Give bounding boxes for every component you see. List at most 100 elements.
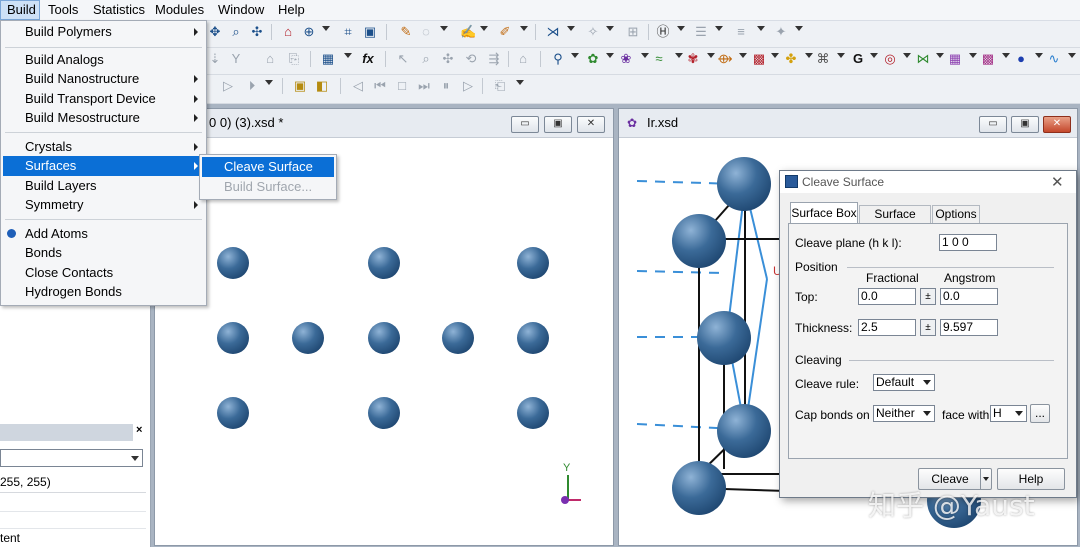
fit-icon[interactable]: ⌗ [340, 24, 356, 40]
menu-item-close-contacts[interactable]: Close Contacts [3, 263, 204, 283]
menu-statistics[interactable]: Statistics [87, 0, 151, 20]
ellipsis-button[interactable]: ... [1030, 404, 1050, 423]
constraint-icon[interactable]: ✧ [585, 24, 601, 40]
cell-icon[interactable]: ▦ [320, 51, 336, 67]
house-dim-icon[interactable]: ⌂ [515, 51, 531, 67]
list-icon[interactable]: ≡ [733, 24, 749, 40]
ring-icon[interactable]: ◌ [418, 24, 434, 40]
zoom-dim-icon[interactable]: ⌕ [418, 51, 434, 67]
grid-icon[interactable]: ⊞ [625, 24, 641, 40]
close-button[interactable]: ✕ [1043, 116, 1071, 133]
select-icon[interactable]: ↖ [395, 51, 411, 67]
thickness-fractional-field[interactable]: 2.5 [858, 319, 916, 336]
stop-icon[interactable]: □ [394, 78, 410, 94]
menu-item-build-layers[interactable]: Build Layers [3, 176, 204, 196]
face-with-select[interactable]: H [990, 405, 1027, 422]
prev-frame-icon[interactable]: ⏮ [372, 78, 388, 94]
tab-surface-mesh[interactable]: Surface Mesh [859, 205, 931, 238]
move-icon[interactable]: ✥ [207, 24, 223, 40]
function-icon[interactable]: fx [360, 51, 376, 67]
zoom-icon[interactable]: ⌕ [228, 24, 244, 40]
menu-item-build-transport-device[interactable]: Build Transport Device [3, 89, 204, 109]
menu-tools[interactable]: Tools [42, 0, 84, 20]
panel-dropdown[interactable] [0, 449, 143, 467]
menu-item-hydrogen-bonds[interactable]: Hydrogen Bonds [3, 282, 204, 302]
home-icon[interactable]: ⌂ [280, 24, 296, 40]
branch-icon[interactable]: Y [228, 51, 244, 67]
translate-icon[interactable]: ⇶ [486, 51, 502, 67]
minimize-button[interactable]: ▭ [511, 116, 539, 133]
cleave-rule-select[interactable]: Default [873, 374, 935, 391]
wave-icon[interactable]: ≈ [651, 51, 667, 67]
play-loop-icon[interactable]: ⏵ [244, 78, 260, 94]
menu-item-add-atoms[interactable]: Add Atoms [3, 224, 204, 244]
g-icon[interactable]: G [850, 51, 866, 67]
brush-icon[interactable]: ✐ [497, 24, 513, 40]
menu-item-build-analogs[interactable]: Build Analogs [3, 50, 204, 70]
menu-item-bonds[interactable]: Bonds [3, 243, 204, 263]
play-icon[interactable]: ▷ [220, 78, 236, 94]
pan-dim-icon[interactable]: ✣ [440, 51, 456, 67]
menu-item-build-surface[interactable]: Build Surface... [202, 177, 334, 197]
table-icon[interactable]: ☰ [693, 24, 709, 40]
next-frame-icon[interactable]: ⏭ [416, 78, 432, 94]
panel-close-icon[interactable]: × [136, 424, 142, 436]
target-icon[interactable]: ◎ [882, 51, 898, 67]
menu-item-surfaces[interactable]: Surfaces [3, 156, 204, 176]
pencil-icon[interactable]: ✎ [398, 24, 414, 40]
minimize-button[interactable]: ▭ [979, 116, 1007, 133]
first-frame-icon[interactable]: ◁ [350, 78, 366, 94]
menu-window[interactable]: Window [212, 0, 270, 20]
thickness-spinner[interactable]: ± [920, 319, 936, 336]
spin-icon[interactable]: ✾ [685, 51, 701, 67]
export-icon[interactable]: ⎗ [492, 78, 508, 94]
cap-bonds-select[interactable]: Neither [873, 405, 935, 422]
tab-surface-box[interactable]: Surface Box [790, 202, 858, 224]
lattice-icon[interactable]: ⌘ [815, 51, 831, 67]
rotate-icon[interactable]: ⟲ [463, 51, 479, 67]
sphere-icon[interactable]: ● [1013, 51, 1029, 67]
box-icon[interactable]: ▣ [292, 78, 308, 94]
label-icon[interactable]: ▣ [362, 24, 378, 40]
sketch-icon[interactable]: ✍ [460, 24, 476, 40]
tab-options[interactable]: Options [932, 205, 980, 224]
close-button[interactable]: ✕ [577, 116, 605, 133]
menu-build[interactable]: Build [0, 0, 40, 20]
pause-icon[interactable]: ⏸ [438, 78, 454, 94]
cube-icon[interactable]: ◧ [314, 78, 330, 94]
top-fractional-field[interactable]: 0.0 [858, 288, 916, 305]
molecule-icon[interactable]: ✿ [585, 51, 601, 67]
pan-icon[interactable]: ✣ [249, 24, 265, 40]
menu-help[interactable]: Help [272, 0, 311, 20]
menu-item-build-polymers[interactable]: Build Polymers [3, 22, 204, 42]
cluster-icon[interactable]: ❀ [618, 51, 634, 67]
menu-modules[interactable]: Modules [149, 0, 210, 20]
menu-item-build-mesostructure[interactable]: Build Mesostructure [3, 108, 204, 128]
lock-icon[interactable]: ⌂ [262, 51, 278, 67]
polymer-icon[interactable]: ⚲ [550, 51, 566, 67]
grid-red-icon[interactable]: ▩ [751, 51, 767, 67]
maximize-button[interactable]: ▣ [544, 116, 572, 133]
hydrogen-icon[interactable]: Ⓗ [655, 24, 671, 40]
symmetry-icon[interactable]: ⋊ [545, 24, 561, 40]
menu-item-cleave-surface[interactable]: Cleave Surface [202, 157, 334, 177]
top-angstrom-field[interactable]: 0.0 [940, 288, 998, 305]
center-icon[interactable]: ⊕ [301, 24, 317, 40]
mesh-icon[interactable]: ▩ [980, 51, 996, 67]
menu-item-symmetry[interactable]: Symmetry [3, 195, 204, 215]
arrow-down-icon[interactable]: ⇣ [207, 51, 223, 67]
menu-item-build-nanostructure[interactable]: Build Nanostructure [3, 69, 204, 89]
cleave-plane-field[interactable]: 1 0 0 [939, 234, 997, 251]
spark-icon[interactable]: ✦ [773, 24, 789, 40]
dialog-close-icon[interactable]: ✕ [1051, 173, 1064, 191]
k-icon[interactable]: ⋈ [915, 51, 931, 67]
link-icon[interactable]: ⟴ [717, 51, 733, 67]
curve-icon[interactable]: ∿ [1046, 51, 1062, 67]
top-spinner[interactable]: ± [920, 288, 936, 305]
atoms-icon[interactable]: ✤ [783, 51, 799, 67]
thickness-angstrom-field[interactable]: 9.597 [940, 319, 998, 336]
maximize-button[interactable]: ▣ [1011, 116, 1039, 133]
last-frame-icon[interactable]: ▷ [460, 78, 476, 94]
pattern-icon[interactable]: ▦ [947, 51, 963, 67]
unlock-icon[interactable]: ⎘ [286, 51, 302, 67]
